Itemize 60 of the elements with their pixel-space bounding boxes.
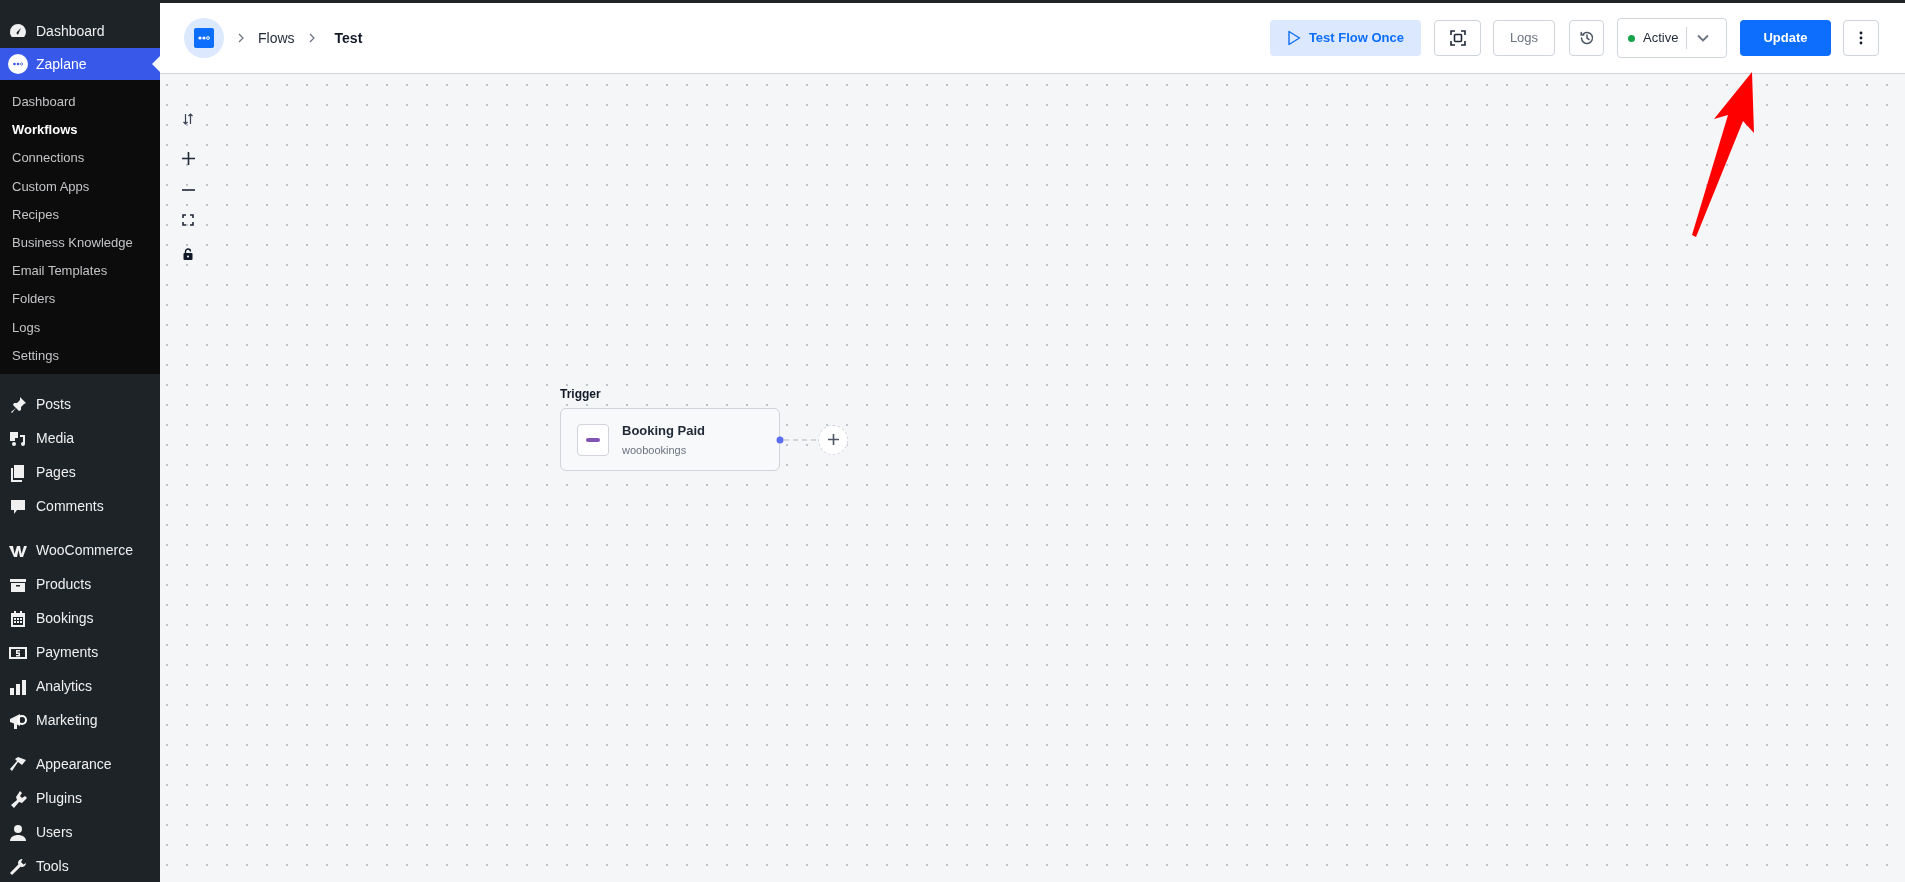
history-button[interactable] bbox=[1569, 20, 1604, 56]
connector-line bbox=[776, 435, 818, 444]
submenu-item[interactable]: Connections bbox=[12, 144, 85, 173]
more-vertical-icon bbox=[1859, 31, 1863, 45]
calendar-icon bbox=[8, 608, 28, 629]
sidebar-item[interactable]: Marketing bbox=[0, 703, 160, 738]
submenu-item[interactable]: Business Knowledge bbox=[12, 228, 133, 258]
sidebar-item[interactable]: Tools bbox=[0, 849, 160, 882]
update-button[interactable]: Update bbox=[1740, 20, 1831, 56]
focus-icon bbox=[1449, 30, 1466, 46]
sidebar-item[interactable]: Analytics bbox=[0, 669, 160, 704]
person-icon bbox=[8, 822, 28, 843]
sidebar-item[interactable]: Posts bbox=[0, 387, 160, 422]
logo-icon bbox=[194, 28, 214, 48]
sidebar-item[interactable]: Comments bbox=[0, 489, 160, 524]
node-heading: Trigger bbox=[560, 386, 601, 403]
submenu-item[interactable]: Folders bbox=[12, 285, 56, 314]
sidebar-item[interactable]: Appearance bbox=[0, 747, 160, 782]
lock-icon[interactable] bbox=[183, 248, 193, 260]
app-logo[interactable] bbox=[184, 18, 224, 58]
sidebar-item[interactable]: WooCommerce bbox=[0, 533, 160, 568]
submenu-item[interactable]: Settings bbox=[12, 341, 59, 370]
submenu-item[interactable]: Logs bbox=[12, 313, 41, 342]
chevron-down-icon bbox=[1697, 34, 1710, 42]
submenu-item[interactable]: Recipes bbox=[12, 200, 59, 229]
fit-view-icon[interactable] bbox=[182, 214, 194, 226]
sidebar-item[interactable]: Plugins bbox=[0, 781, 160, 816]
node-subtitle: woobookings bbox=[622, 442, 688, 458]
sidebar-item[interactable]: Media bbox=[0, 421, 160, 456]
chevron-right-icon bbox=[238, 33, 244, 43]
test-flow-button[interactable]: Test Flow Once bbox=[1269, 20, 1421, 56]
breadcrumb-link[interactable]: Flows bbox=[258, 27, 295, 49]
submenu-item[interactable]: Dashboard bbox=[12, 88, 76, 117]
submenu-item[interactable]: Email Templates bbox=[12, 257, 108, 286]
status-label: Active bbox=[1643, 29, 1679, 48]
sidebar-item[interactable]: Bookings bbox=[0, 601, 160, 636]
zoom-in-icon[interactable] bbox=[181, 152, 195, 165]
sidebar-item[interactable]: Pages bbox=[0, 455, 160, 490]
breadcrumb-current: Test bbox=[334, 28, 363, 48]
sort-icon[interactable] bbox=[182, 113, 194, 125]
trigger-node[interactable]: Booking Paid woobookings bbox=[560, 408, 780, 471]
sidebar-item[interactable]: Products bbox=[0, 567, 160, 602]
logs-button[interactable]: Logs bbox=[1493, 20, 1555, 56]
submenu-item[interactable]: Workflows bbox=[12, 116, 78, 145]
fullscreen-button[interactable] bbox=[1434, 20, 1481, 56]
app-icon bbox=[577, 423, 609, 456]
wrench-icon bbox=[8, 856, 28, 877]
chevron-right-icon bbox=[308, 33, 315, 43]
sidebar-item[interactable]: Zaplane bbox=[0, 48, 160, 80]
plus-icon bbox=[827, 434, 839, 445]
status-dropdown[interactable]: Active bbox=[1617, 18, 1727, 58]
sidebar-item[interactable]: Payments bbox=[0, 635, 160, 670]
add-step-button[interactable] bbox=[818, 424, 848, 455]
submenu-item[interactable]: Custom Apps bbox=[12, 172, 90, 201]
node-title: Booking Paid bbox=[622, 422, 706, 440]
play-icon bbox=[1286, 30, 1301, 46]
sidebar-item[interactable]: Users bbox=[0, 815, 160, 850]
history-icon bbox=[1578, 30, 1595, 46]
logo-icon bbox=[8, 54, 28, 74]
sidebar-item[interactable]: Dashboard bbox=[0, 14, 160, 48]
